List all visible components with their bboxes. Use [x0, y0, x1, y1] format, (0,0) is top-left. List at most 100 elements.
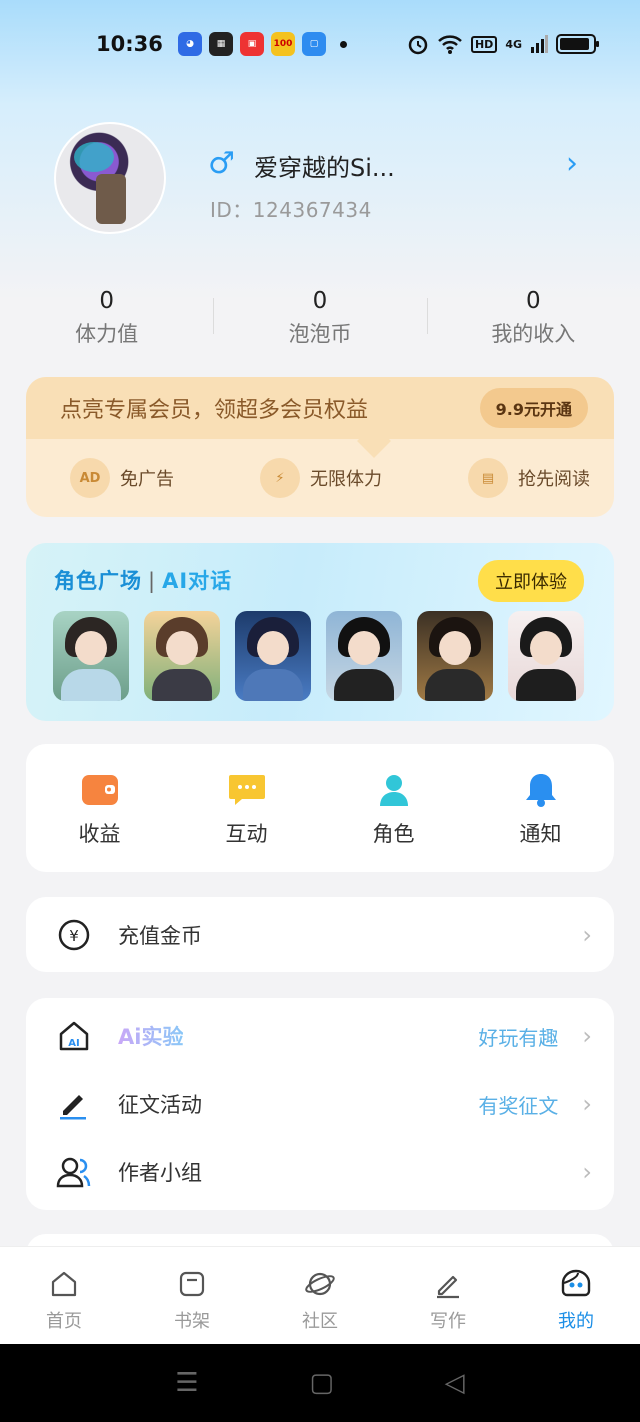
- nav-label: 书架: [174, 1311, 210, 1332]
- menu-notification[interactable]: 通知: [467, 744, 614, 872]
- ai-house-icon: AI: [56, 1018, 92, 1054]
- perk-label: 抢先阅读: [518, 469, 590, 490]
- menu-label: 通知: [519, 822, 562, 846]
- planet-icon: [303, 1267, 337, 1301]
- list-item-ai-lab[interactable]: AI Ai实验 好玩有趣 ›: [26, 1002, 614, 1070]
- user-id: ID：124367434: [210, 198, 372, 222]
- chevron-right-icon: ›: [582, 1158, 592, 1186]
- vip-card[interactable]: 点亮专属会员，领超多会员权益 9.9元开通 AD 免广告 ⚡ 无限体力 ▤ 抢先…: [26, 377, 614, 517]
- pen-icon: [56, 1086, 92, 1122]
- stat-income[interactable]: 0 我的收入: [426, 288, 640, 348]
- stat-stamina[interactable]: 0 体力值: [0, 288, 213, 348]
- nav-label: 写作: [430, 1311, 466, 1332]
- menu-label: 互动: [225, 822, 268, 846]
- back-icon[interactable]: ◁: [445, 1368, 465, 1398]
- alarm-icon: [408, 35, 428, 55]
- character-card[interactable]: [235, 611, 311, 701]
- status-right: HD 4G: [407, 33, 599, 55]
- list-item-contest[interactable]: 征文活动 有奖征文 ›: [26, 1070, 614, 1138]
- nav-write[interactable]: 写作: [384, 1247, 512, 1344]
- menu-interaction[interactable]: 互动: [173, 744, 320, 872]
- character-card[interactable]: [326, 611, 402, 701]
- stat-value: 0: [526, 288, 541, 314]
- nav-label: 我的: [558, 1311, 594, 1332]
- menu-icon[interactable]: ☰: [175, 1368, 198, 1398]
- perk-no-ads: AD 免广告: [70, 458, 174, 498]
- perk-early-read: ▤ 抢先阅读: [468, 458, 590, 498]
- recharge-row[interactable]: ¥ 充值金币 ›: [26, 897, 614, 972]
- vip-header: 点亮专属会员，领超多会员权益 9.9元开通: [26, 377, 614, 439]
- signal-icon: [531, 35, 548, 53]
- nav-mine[interactable]: 我的: [512, 1247, 640, 1344]
- status-bar: 10:36 ◕ ▦ ▣ 100 ▢ HD 4G: [0, 22, 640, 66]
- list-value: 好玩有趣: [478, 1025, 559, 1050]
- author-group-label: 作者小组: [118, 1161, 202, 1185]
- contest-label: 征文活动: [118, 1093, 202, 1117]
- baidu-app-icon: ◕: [178, 32, 202, 56]
- status-time: 10:36: [96, 32, 163, 56]
- write-icon: [431, 1267, 465, 1301]
- news-app-icon: ▦: [209, 32, 233, 56]
- title-separator: |: [148, 569, 157, 593]
- recharge-card: ¥ 充值金币 ›: [26, 897, 614, 972]
- perk-label: 无限体力: [310, 469, 382, 490]
- chevron-right-icon: ›: [582, 1022, 592, 1050]
- stat-bubble-coins[interactable]: 0 泡泡币: [213, 288, 426, 348]
- bottom-nav: 首页 书架 社区 写作 我的: [0, 1246, 640, 1344]
- menu-label: 角色: [372, 822, 415, 846]
- list-value: 有奖征文: [478, 1093, 559, 1118]
- bookshelf-icon: [175, 1267, 209, 1301]
- nav-community[interactable]: 社区: [256, 1247, 384, 1344]
- lightning-icon: ⚡: [260, 458, 300, 498]
- ai-lab-label: Ai实验: [118, 1021, 183, 1051]
- avatar[interactable]: [54, 122, 166, 234]
- username[interactable]: 爱穿越的Si...: [254, 148, 395, 183]
- nav-home[interactable]: 首页: [0, 1247, 128, 1344]
- svg-text:AI: AI: [68, 1038, 79, 1049]
- vip-title: 点亮专属会员，领超多会员权益: [60, 398, 369, 423]
- hundred-app-icon: 100: [271, 32, 295, 56]
- role-plaza-title-a: 角色广场: [54, 569, 142, 593]
- vip-perks: AD 免广告 ⚡ 无限体力 ▤ 抢先阅读: [26, 439, 614, 517]
- role-plaza-title: 角色广场 | AI对话: [54, 565, 232, 595]
- features-card: AI Ai实验 好玩有趣 › 征文活动 有奖征文 › 作者小组 ›: [26, 998, 614, 1210]
- stats-row: 0 体力值 0 泡泡币 0 我的收入: [0, 288, 640, 348]
- system-nav-bar: ☰ ▢ ◁: [0, 1344, 640, 1422]
- quick-menu: 收益 互动 角色 通知: [26, 744, 614, 872]
- profile-arrow-icon[interactable]: ›: [566, 146, 578, 181]
- character-card[interactable]: [508, 611, 584, 701]
- stat-label: 泡泡币: [288, 322, 352, 346]
- person-icon: [374, 772, 414, 808]
- red-packet-icon: ▣: [240, 32, 264, 56]
- wifi-icon: [438, 35, 462, 54]
- menu-character[interactable]: 角色: [320, 744, 467, 872]
- svg-text:¥: ¥: [69, 927, 79, 945]
- stat-value: 0: [99, 288, 114, 314]
- chevron-right-icon: ›: [582, 1090, 592, 1118]
- nav-label: 首页: [46, 1311, 82, 1332]
- character-card[interactable]: [417, 611, 493, 701]
- ad-icon: AD: [70, 458, 110, 498]
- character-card[interactable]: [53, 611, 129, 701]
- hd-indicator: HD: [470, 35, 498, 53]
- character-card[interactable]: [144, 611, 220, 701]
- mine-face-icon: [559, 1267, 593, 1301]
- bell-icon: [521, 772, 561, 808]
- home-square-icon[interactable]: ▢: [309, 1368, 334, 1398]
- vip-open-button[interactable]: 9.9元开通: [479, 388, 588, 428]
- status-app-icons: ◕ ▦ ▣ 100 ▢: [178, 32, 326, 56]
- list-item-author-group[interactable]: 作者小组 ›: [26, 1138, 614, 1206]
- menu-label: 收益: [78, 822, 121, 846]
- wallet-icon: [80, 772, 120, 808]
- character-list: [53, 611, 584, 701]
- home-icon: [47, 1267, 81, 1301]
- nav-bookshelf[interactable]: 书架: [128, 1247, 256, 1344]
- book-icon: ▤: [468, 458, 508, 498]
- notification-dot-icon: [340, 40, 347, 48]
- role-plaza-banner[interactable]: 角色广场 | AI对话 立即体验: [26, 543, 614, 721]
- try-now-button[interactable]: 立即体验: [478, 560, 584, 602]
- menu-earnings[interactable]: 收益: [26, 744, 173, 872]
- network-indicator: 4G: [505, 37, 522, 51]
- coin-yen-icon: ¥: [56, 917, 92, 953]
- role-plaza-title-b: AI对话: [162, 569, 233, 593]
